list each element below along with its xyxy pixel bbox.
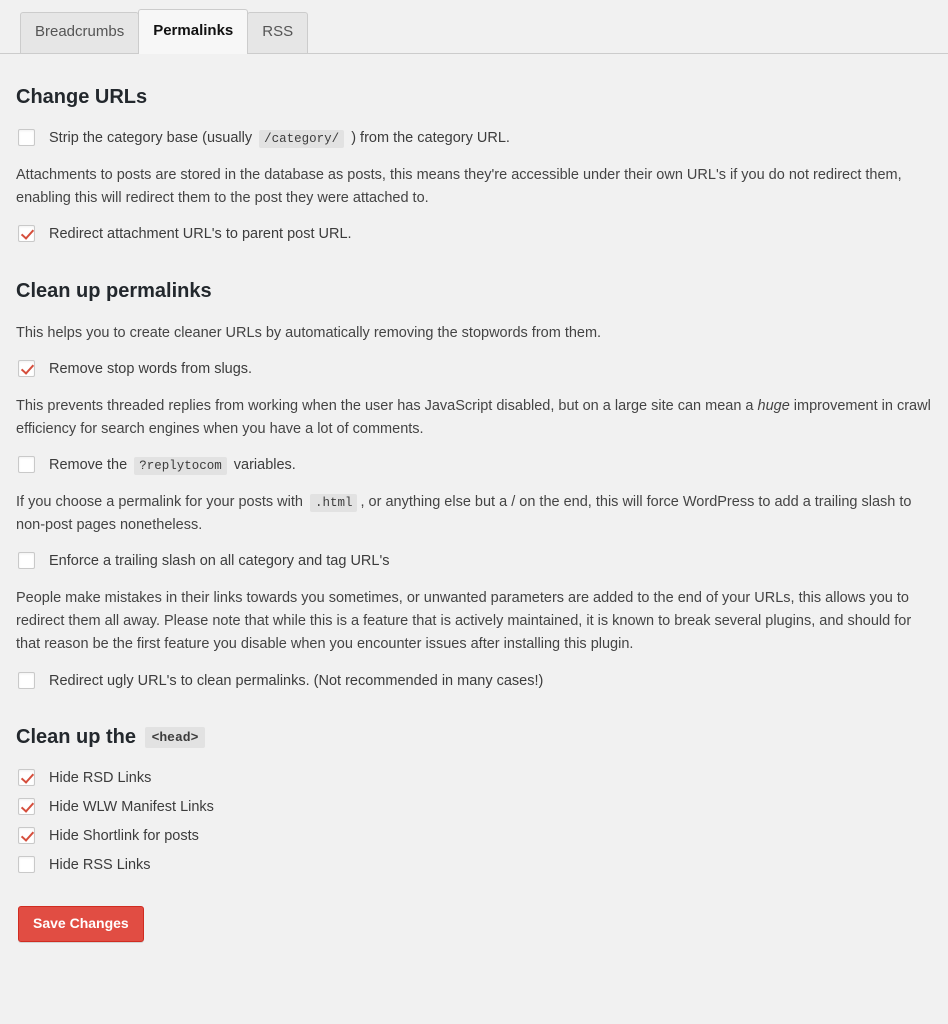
option-redirect-attachment-urls[interactable]: Redirect attachment URL's to parent post… (18, 224, 932, 246)
tab-bar: Breadcrumbs Permalinks RSS (0, 0, 948, 54)
heading-clean-up-permalinks: Clean up permalinks (16, 279, 212, 302)
checkbox-redirect-attachment-urls[interactable] (18, 225, 35, 243)
checkbox-hide-rsd-links[interactable] (18, 769, 35, 787)
option-label: Hide RSS Links (49, 856, 151, 873)
option-remove-stop-words[interactable]: Remove stop words from slugs. (18, 359, 932, 381)
settings-content: Change URLs Strip the category base (usu… (0, 84, 948, 943)
description-trailing-slash: If you choose a permalink for your posts… (16, 491, 931, 537)
option-remove-replytocom[interactable]: Remove the ?replytocom variables. (18, 455, 932, 477)
checkbox-hide-shortlink-for-posts[interactable] (18, 826, 35, 844)
inline-code-replytocom: ?replytocom (134, 457, 227, 476)
option-label: Redirect attachment URL's to parent post… (49, 226, 352, 243)
save-area: Save Changes (18, 906, 932, 943)
checkbox-enforce-trailing-slash[interactable] (18, 552, 35, 570)
tab-breadcrumbs[interactable]: Breadcrumbs (20, 12, 140, 53)
option-label: Strip the category base (usually /catego… (49, 128, 510, 150)
option-strip-category-base[interactable]: Strip the category base (usually /catego… (18, 128, 932, 150)
option-hide-rsd-links[interactable]: Hide RSD Links (18, 768, 932, 790)
option-label: Remove stop words from slugs. (49, 361, 253, 378)
option-hide-rss-links[interactable]: Hide RSS Links (18, 855, 932, 877)
label-text-after: variables. (233, 457, 296, 474)
option-hide-shortlink-for-posts[interactable]: Hide Shortlink for posts (18, 826, 932, 848)
description-text-part-1: If you choose a permalink for your posts… (16, 493, 303, 510)
description-text-part-1: This prevents threaded replies from work… (16, 397, 758, 414)
option-hide-wlw-manifest-links[interactable]: Hide WLW Manifest Links (18, 797, 932, 819)
heading-clean-up-the-head: Clean up the <head> (16, 724, 932, 750)
heading-text: Clean up the (16, 726, 137, 749)
emphasis-huge: huge (757, 397, 790, 414)
option-label: Redirect ugly URL's to clean permalinks.… (49, 672, 544, 689)
heading-change-urls: Change URLs (16, 86, 148, 108)
option-label: Hide WLW Manifest Links (49, 799, 214, 816)
checkbox-strip-category-base[interactable] (18, 129, 35, 146)
description-stopwords: This helps you to create cleaner URLs by… (16, 324, 602, 341)
option-label: Hide RSD Links (49, 770, 152, 787)
checkbox-remove-replytocom[interactable] (18, 456, 35, 474)
option-enforce-trailing-slash[interactable]: Enforce a trailing slash on all category… (18, 551, 932, 573)
tab-rss[interactable]: RSS (247, 12, 309, 53)
label-text-before: Strip the category base (usually (49, 130, 253, 146)
description-attachments: Attachments to posts are stored in the d… (16, 166, 902, 206)
description-ugly-urls: People make mistakes in their links towa… (16, 590, 912, 653)
checkbox-redirect-ugly-urls[interactable] (18, 671, 35, 689)
option-redirect-ugly-urls[interactable]: Redirect ugly URL's to clean permalinks.… (18, 671, 932, 693)
inline-code-category-base: /category/ (259, 130, 345, 148)
tab-permalinks[interactable]: Permalinks (138, 9, 249, 54)
option-label: Enforce a trailing slash on all category… (49, 553, 390, 570)
checkbox-remove-stop-words[interactable] (18, 360, 35, 378)
description-replytocom: This prevents threaded replies from work… (16, 395, 931, 441)
inline-code-html-extension: .html (309, 493, 358, 512)
save-changes-button[interactable]: Save Changes (18, 906, 144, 943)
inline-code-head-tag: <head> (144, 727, 206, 749)
option-label: Remove the ?replytocom variables. (49, 455, 296, 477)
checkbox-hide-wlw-manifest-links[interactable] (18, 798, 35, 816)
option-label: Hide Shortlink for posts (49, 827, 199, 844)
checkbox-hide-rss-links[interactable] (18, 855, 35, 873)
label-text-after: ) from the category URL. (351, 130, 510, 146)
label-text-before: Remove the (49, 457, 128, 474)
